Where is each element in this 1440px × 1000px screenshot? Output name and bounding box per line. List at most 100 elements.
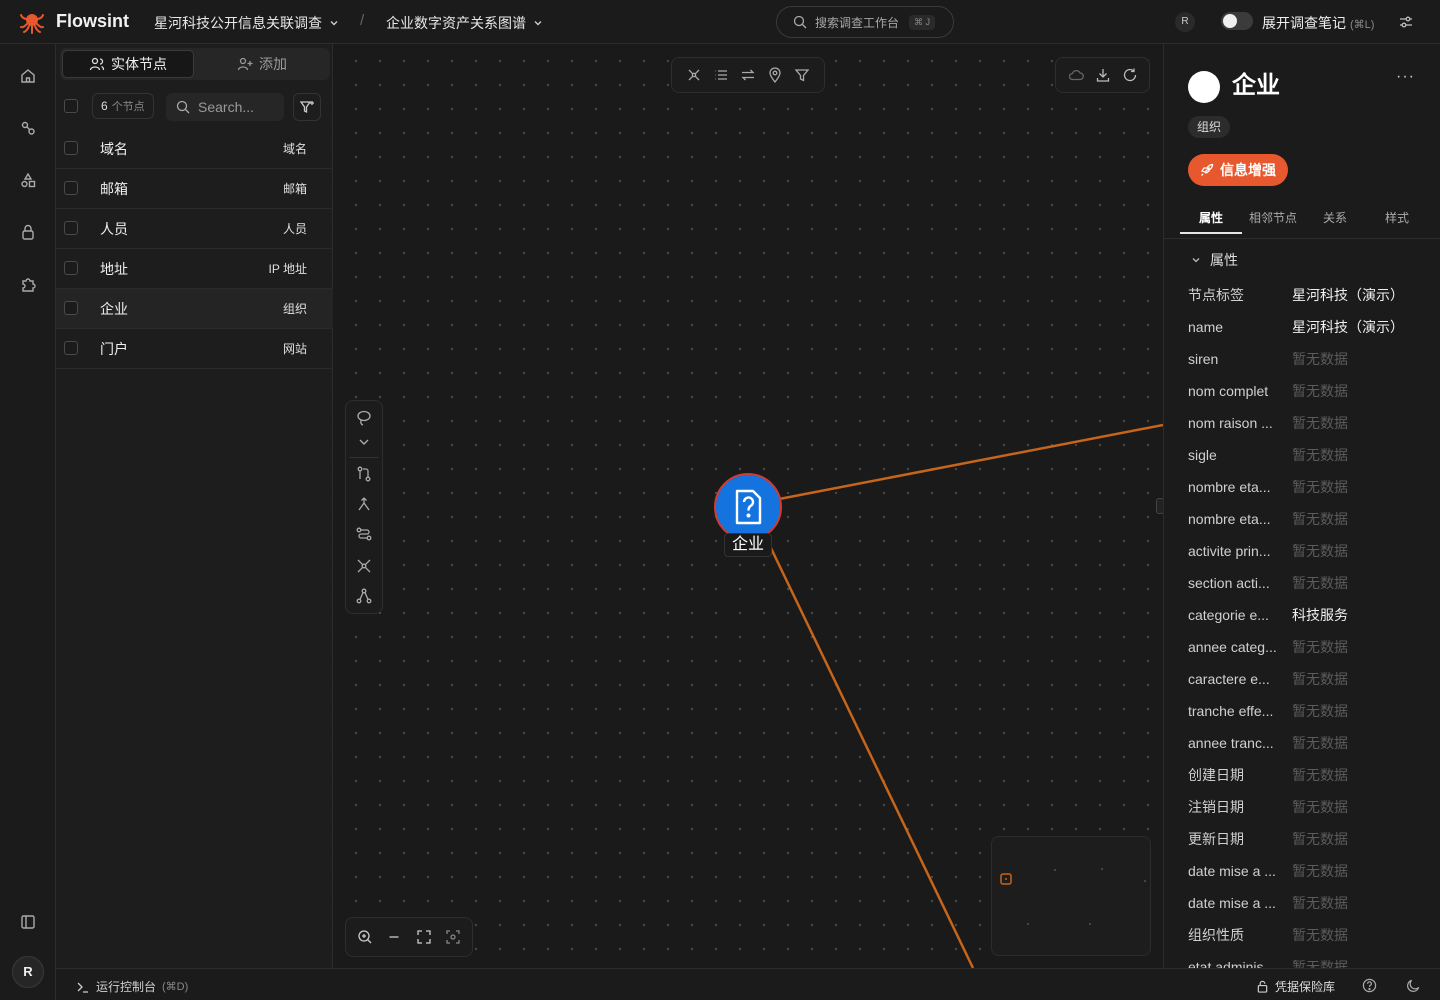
lock-icon[interactable] <box>19 223 37 241</box>
tab-style[interactable]: 样式 <box>1366 204 1428 234</box>
property-value[interactable]: 星河科技（演示） <box>1292 317 1404 337</box>
fit-view-icon[interactable] <box>416 929 432 945</box>
property-value[interactable]: 科技服务 <box>1292 605 1348 625</box>
download-icon[interactable] <box>1095 67 1111 83</box>
vault-button[interactable]: 凭据保险库 <box>1256 978 1335 995</box>
select-all-checkbox[interactable] <box>64 99 78 113</box>
entity-row-domain[interactable]: 域名 域名 <box>56 129 333 169</box>
shapes-icon[interactable] <box>19 171 37 189</box>
tab-entities[interactable]: 实体节点 <box>62 50 194 78</box>
console-button[interactable]: 运行控制台 (⌘D) <box>76 978 188 995</box>
panel-icon[interactable] <box>19 913 37 931</box>
minimap-view <box>1000 868 1146 925</box>
zoom-out-icon[interactable] <box>386 929 402 945</box>
workspace-search[interactable]: 搜索调查工作台 ⌘ J <box>776 6 954 38</box>
property-value[interactable]: 暂无数据 <box>1292 477 1348 497</box>
sketch-selector[interactable]: 企业数字资产关系图谱 <box>386 13 544 33</box>
network-icon[interactable] <box>355 557 373 575</box>
property-value[interactable]: 暂无数据 <box>1292 573 1348 593</box>
notes-toggle[interactable] <box>1221 12 1253 30</box>
property-value[interactable]: 暂无数据 <box>1292 797 1348 817</box>
route-icon[interactable] <box>355 525 373 543</box>
entity-row-address[interactable]: 地址 IP 地址 <box>56 249 333 289</box>
row-checkbox[interactable] <box>64 301 78 315</box>
minimap[interactable] <box>991 836 1151 956</box>
moon-icon[interactable] <box>1406 978 1421 993</box>
focus-icon[interactable] <box>445 929 461 945</box>
property-value[interactable]: 暂无数据 <box>1292 509 1348 529</box>
list-icon[interactable] <box>713 67 729 83</box>
property-value[interactable]: 暂无数据 <box>1292 701 1348 721</box>
cloud-icon[interactable] <box>1068 67 1084 83</box>
filter-icon[interactable] <box>794 67 810 83</box>
user-avatar[interactable]: R <box>1175 12 1195 32</box>
entity-row-organization[interactable]: 企业 组织 <box>56 289 333 329</box>
properties-section-toggle[interactable]: 属性 <box>1190 250 1238 270</box>
lasso-icon[interactable] <box>355 409 373 427</box>
property-value[interactable]: 暂无数据 <box>1292 413 1348 433</box>
more-options-button[interactable]: ··· <box>1396 68 1415 86</box>
nav-rail: R <box>0 44 56 1000</box>
filter-button[interactable] <box>293 93 321 121</box>
graph-canvas[interactable]: 企业 <box>333 44 1163 968</box>
entity-row-person[interactable]: 人员 人员 <box>56 209 333 249</box>
property-value[interactable]: 暂无数据 <box>1292 861 1348 881</box>
help-icon[interactable] <box>1362 978 1377 993</box>
user-avatar[interactable]: R <box>12 956 44 988</box>
panel-resize-handle[interactable] <box>1156 498 1163 514</box>
property-value[interactable]: 暂无数据 <box>1292 669 1348 689</box>
console-label: 运行控制台 <box>96 980 157 994</box>
property-value[interactable]: 暂无数据 <box>1292 733 1348 753</box>
entity-name: 域名 <box>100 140 128 157</box>
investigation-selector[interactable]: 星河科技公开信息关联调查 <box>154 13 340 33</box>
zoom-in-icon[interactable] <box>357 929 373 945</box>
enrich-button[interactable]: 信息增强 <box>1188 154 1288 186</box>
property-value[interactable]: 暂无数据 <box>1292 957 1348 968</box>
merge-icon[interactable] <box>355 495 373 513</box>
graph-icon[interactable] <box>19 119 37 137</box>
map-pin-icon[interactable] <box>767 67 783 83</box>
property-value[interactable]: 暂无数据 <box>1292 541 1348 561</box>
graph-edge[interactable] <box>773 423 1163 502</box>
entity-row-portal[interactable]: 门户 网站 <box>56 329 333 369</box>
chevron-down-icon[interactable] <box>355 433 373 451</box>
property-value[interactable]: 暂无数据 <box>1292 765 1348 785</box>
property-value[interactable]: 暂无数据 <box>1292 445 1348 465</box>
row-checkbox[interactable] <box>64 181 78 195</box>
entity-type: 组织 <box>282 302 307 316</box>
tab-neighbors[interactable]: 相邻节点 <box>1242 204 1304 234</box>
tab-add[interactable]: 添加 <box>196 50 328 78</box>
home-icon[interactable] <box>19 67 37 85</box>
minimap-node <box>1027 923 1029 925</box>
row-checkbox[interactable] <box>64 341 78 355</box>
puzzle-icon[interactable] <box>19 275 37 293</box>
refresh-icon[interactable] <box>1122 67 1138 83</box>
property-key: activite prin... <box>1188 543 1271 559</box>
entity-name: 邮箱 <box>100 180 128 197</box>
flowsint-logo-icon[interactable] <box>18 9 46 35</box>
property-value[interactable]: 暂无数据 <box>1292 349 1348 369</box>
property-value[interactable]: 暂无数据 <box>1292 637 1348 657</box>
hierarchy-icon[interactable] <box>355 587 373 605</box>
property-value[interactable]: 星河科技（演示） <box>1292 285 1404 305</box>
tab-properties[interactable]: 属性 <box>1180 204 1242 234</box>
property-value[interactable]: 暂无数据 <box>1292 829 1348 849</box>
row-checkbox[interactable] <box>64 221 78 235</box>
sliders-icon[interactable] <box>1398 14 1414 30</box>
toolbar-divider <box>350 457 378 458</box>
git-compare-icon[interactable] <box>355 465 373 483</box>
property-value[interactable]: 暂无数据 <box>1292 893 1348 913</box>
entity-row-email[interactable]: 邮箱 邮箱 <box>56 169 333 209</box>
property-value[interactable]: 暂无数据 <box>1292 925 1348 945</box>
row-checkbox[interactable] <box>64 141 78 155</box>
property-value[interactable]: 暂无数据 <box>1292 381 1348 401</box>
detail-tabs: 属性 相邻节点 关系 样式 <box>1180 204 1428 234</box>
tab-relations[interactable]: 关系 <box>1304 204 1366 234</box>
entity-search-input[interactable]: Search... <box>166 93 284 121</box>
layout-icon[interactable] <box>686 67 702 83</box>
swap-icon[interactable] <box>740 67 756 83</box>
row-checkbox[interactable] <box>64 261 78 275</box>
property-key: etat adminis... <box>1188 959 1276 968</box>
graph-edge[interactable] <box>767 543 975 968</box>
graph-node-organization[interactable] <box>714 473 782 541</box>
